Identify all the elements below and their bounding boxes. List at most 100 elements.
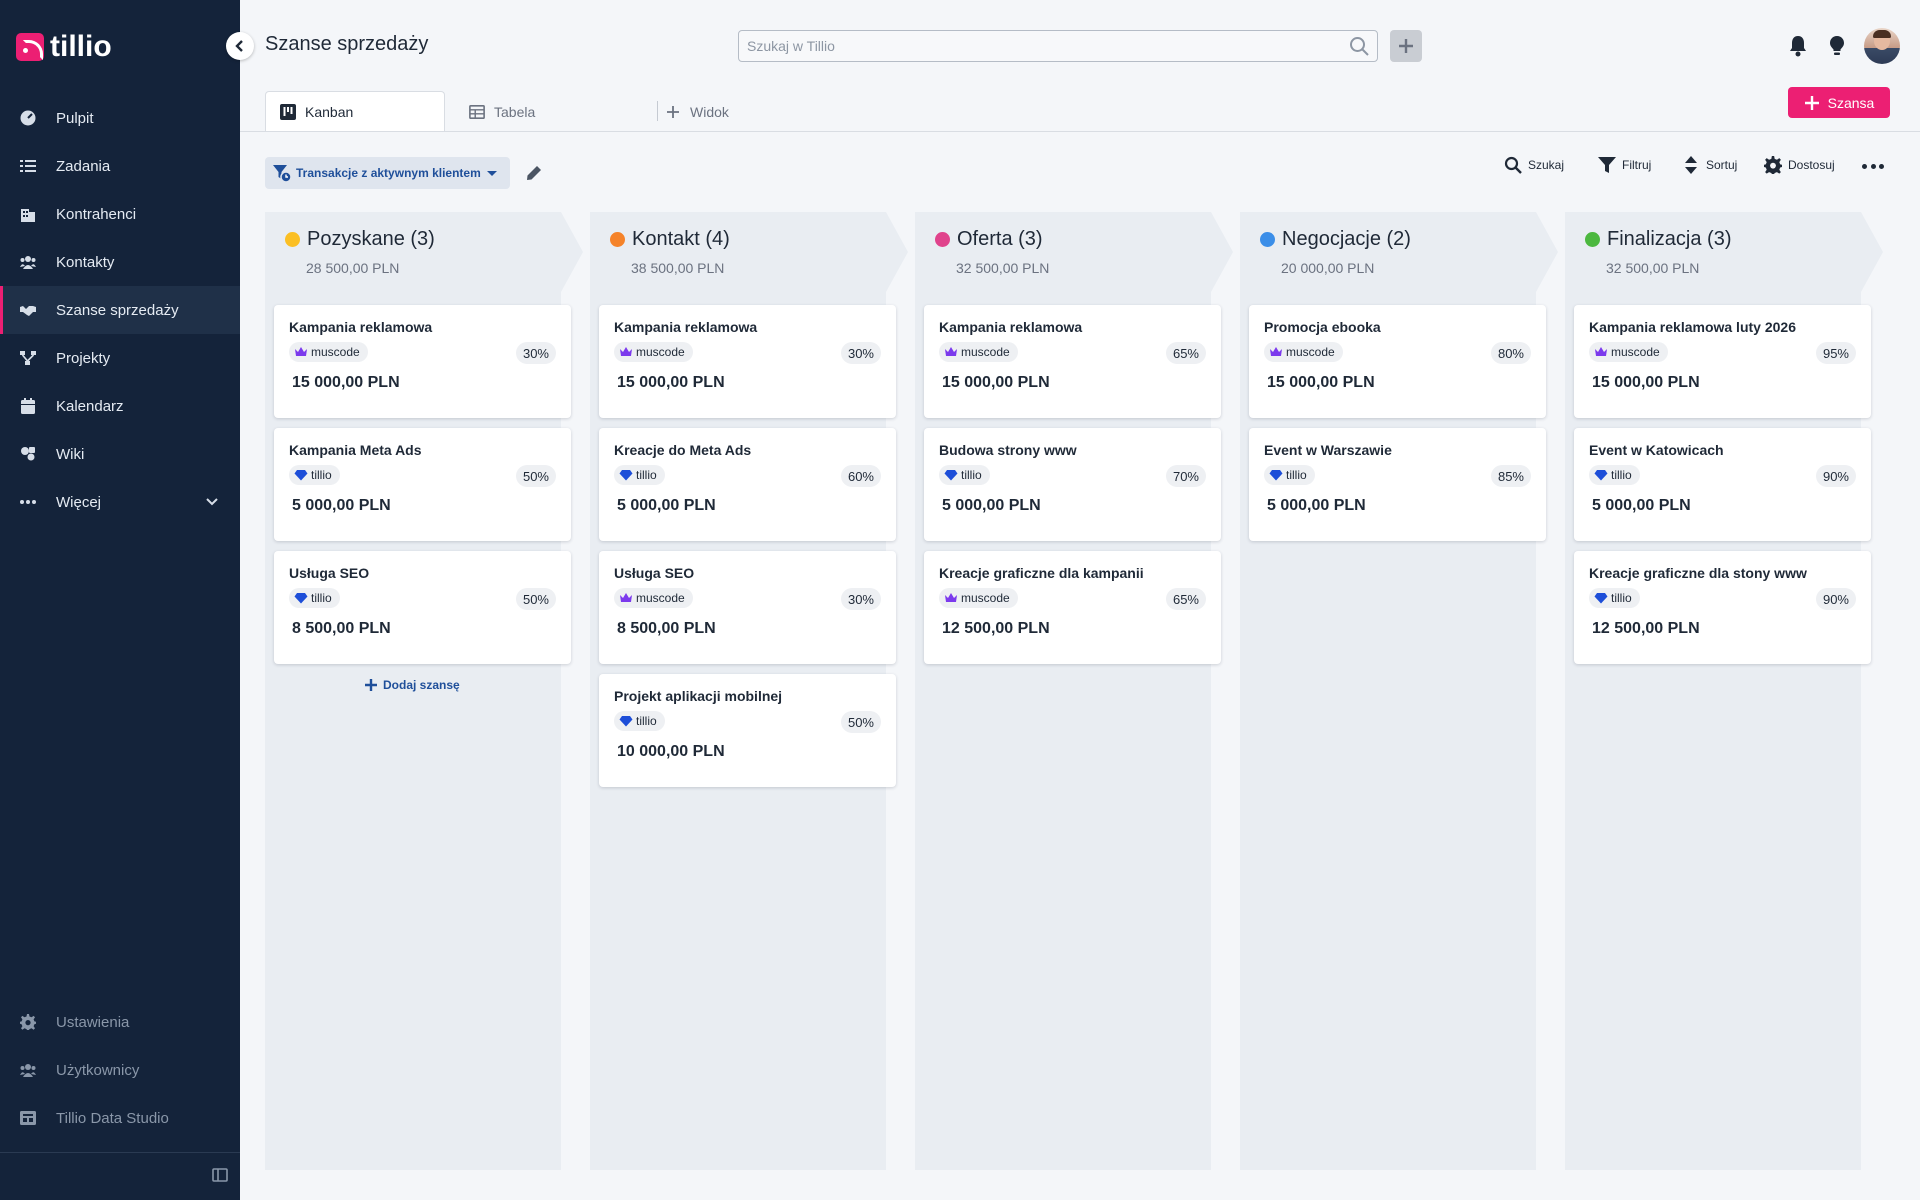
tab-label: Widok [690,103,729,120]
client-name: muscode [1286,345,1335,359]
deal-card[interactable]: Promocja ebooka muscode 80% 15 000,00 PLN [1249,305,1546,418]
deal-card[interactable]: Event w Warszawie tillio 85% 5 000,00 PLN [1249,428,1546,541]
deal-card[interactable]: Kreacje graficzne dla stony www tillio 90%… [1574,551,1871,664]
sidebar-item-szanse-sprzedazy[interactable]: Szanse sprzedaży [0,286,240,334]
stage-dot [935,232,950,247]
header: Szanse sprzedaży [226,0,1920,72]
saved-filter-dropdown[interactable]: Transakcje z aktywnym klientem [265,157,510,189]
deal-card[interactable]: Event w Katowicach tillio 90% 5 000,00 PLN [1574,428,1871,541]
client-name: tillio [961,468,982,482]
add-deal-button[interactable]: Dodaj szansę [364,678,460,692]
deal-title: Kampania Meta Ads [289,442,422,458]
sidebar-item-label: Kontrahenci [56,205,137,223]
client-badge[interactable]: muscode [939,342,1018,362]
client-badge[interactable]: muscode [289,342,368,362]
deal-card[interactable]: Kampania reklamowa muscode 30% 15 000,00 PL… [274,305,571,418]
gem-icon [1594,593,1608,604]
client-badge[interactable]: tillio [1589,588,1640,608]
client-badge[interactable]: muscode [939,588,1018,608]
sidebar-item-zadania[interactable]: Zadania [0,142,240,190]
sidebar-item-wiecej[interactable]: Więcej [0,478,240,526]
client-name: tillio [311,468,332,482]
sidebar-item-uzytkownicy[interactable]: Użytkownicy [0,1046,240,1094]
sidebar-item-kalendarz[interactable]: Kalendarz [0,382,240,430]
kanban-column: Finalizacja (3) 32 500,00 PLN Kampania rek… [1565,212,1883,1170]
gem-icon [1594,470,1608,481]
new-deal-button[interactable]: Szansa [1788,87,1890,118]
sidebar-item-kontakty[interactable]: Kontakty [0,238,240,286]
sidebar-item-projekty[interactable]: Projekty [0,334,240,382]
deal-card[interactable]: Kreacje graficzne dla kampanii muscode 65%… [924,551,1221,664]
client-badge[interactable]: tillio [1264,465,1315,485]
search-icon[interactable] [1349,36,1369,56]
sidebar-item-tillio-data-studio[interactable]: Tillio Data Studio [0,1094,240,1142]
stage-dot [610,232,625,247]
client-badge[interactable]: tillio [1589,465,1640,485]
gem-icon [619,470,633,481]
client-badge[interactable]: tillio [939,465,990,485]
client-badge[interactable]: tillio [289,465,340,485]
global-search[interactable] [738,30,1378,62]
toolbar-customize-button[interactable]: Dostosuj [1764,155,1835,175]
deal-card[interactable]: Usługa SEO muscode 30% 8 500,00 PLN [599,551,896,664]
deal-card[interactable]: Kampania reklamowa muscode 30% 15 000,00 PL… [599,305,896,418]
crown-icon [1595,347,1607,356]
deal-title: Usługa SEO [289,565,370,581]
crown-icon [620,593,632,602]
gear-icon [1764,156,1782,174]
quick-add-button[interactable] [1390,30,1422,62]
sidebar-item-wiki[interactable]: Wiki [0,430,240,478]
column-title-text: Pozyskane (3) [307,228,435,250]
toolbar-search-button[interactable]: Szukaj [1504,155,1564,175]
client-badge[interactable]: muscode [614,588,693,608]
column-title: Kontakt (4) [610,228,730,251]
deal-card[interactable]: Budowa strony www tillio 70% 5 000,00 PLN [924,428,1221,541]
deal-title: Kampania reklamowa [614,319,758,335]
deal-amount: 12 500,00 PLN [942,620,1050,637]
projects-icon [20,350,36,366]
tab-add-view[interactable]: Widok [651,91,771,132]
deal-title: Kampania reklamowa luty 2026 [1589,319,1796,335]
pencil-icon[interactable] [526,165,542,181]
users-icon [20,254,36,270]
column-title: Oferta (3) [935,228,1043,251]
sidebar-item-label: Projekty [56,349,111,367]
deal-card[interactable]: Kampania reklamowa muscode 65% 15 000,00 PL… [924,305,1221,418]
sidebar-item-ustawienia[interactable]: Ustawienia [0,998,240,1046]
deal-amount: 15 000,00 PLN [292,374,400,391]
tab-kanban[interactable]: Kanban [265,91,445,132]
user-avatar[interactable] [1864,28,1900,64]
tab-tabela[interactable]: Tabela [455,91,635,132]
lightbulb-icon[interactable] [1826,34,1848,58]
client-badge[interactable]: muscode [614,342,693,362]
collapse-sidebar-icon[interactable] [212,1168,228,1182]
deal-card[interactable]: Kreacje do Meta Ads tillio 60% 5 000,00 PLN [599,428,896,541]
client-badge[interactable]: tillio [289,588,340,608]
sidebar-item-kontrahenci[interactable]: Kontrahenci [0,190,240,238]
client-badge[interactable]: muscode [1264,342,1343,362]
deal-card[interactable]: Kampania Meta Ads tillio 50% 5 000,00 PLN [274,428,571,541]
deal-card[interactable]: Kampania reklamowa luty 2026 muscode 95% 15… [1574,305,1871,418]
client-badge[interactable]: muscode [1589,342,1668,362]
toolbar-filter-button[interactable]: Filtruj [1598,155,1651,175]
tillio-logo[interactable]: tillio [16,30,112,64]
probability-badge: 65% [1165,588,1206,610]
tabs-underline [240,131,1920,132]
back-button[interactable] [226,32,254,60]
client-badge[interactable]: tillio [614,465,665,485]
client-badge[interactable]: tillio [614,711,665,731]
deal-amount: 5 000,00 PLN [1592,497,1691,514]
toolbar-sort-button[interactable]: Sortuj [1682,155,1737,175]
sidebar-item-pulpit[interactable]: Pulpit [0,94,240,142]
deal-card[interactable]: Projekt aplikacji mobilnej tillio 50% 10 00… [599,674,896,787]
client-name: tillio [1286,468,1307,482]
client-name: muscode [961,591,1010,605]
tab-label: Tabela [494,103,536,120]
deal-card[interactable]: Usługa SEO tillio 50% 8 500,00 PLN [274,551,571,664]
search-input[interactable] [739,31,1329,61]
gem-icon [1269,470,1283,481]
column-title: Negocjacje (2) [1260,228,1411,251]
more-options-icon[interactable] [1862,164,1884,170]
bell-icon[interactable] [1787,34,1809,58]
gem-icon [944,470,958,481]
